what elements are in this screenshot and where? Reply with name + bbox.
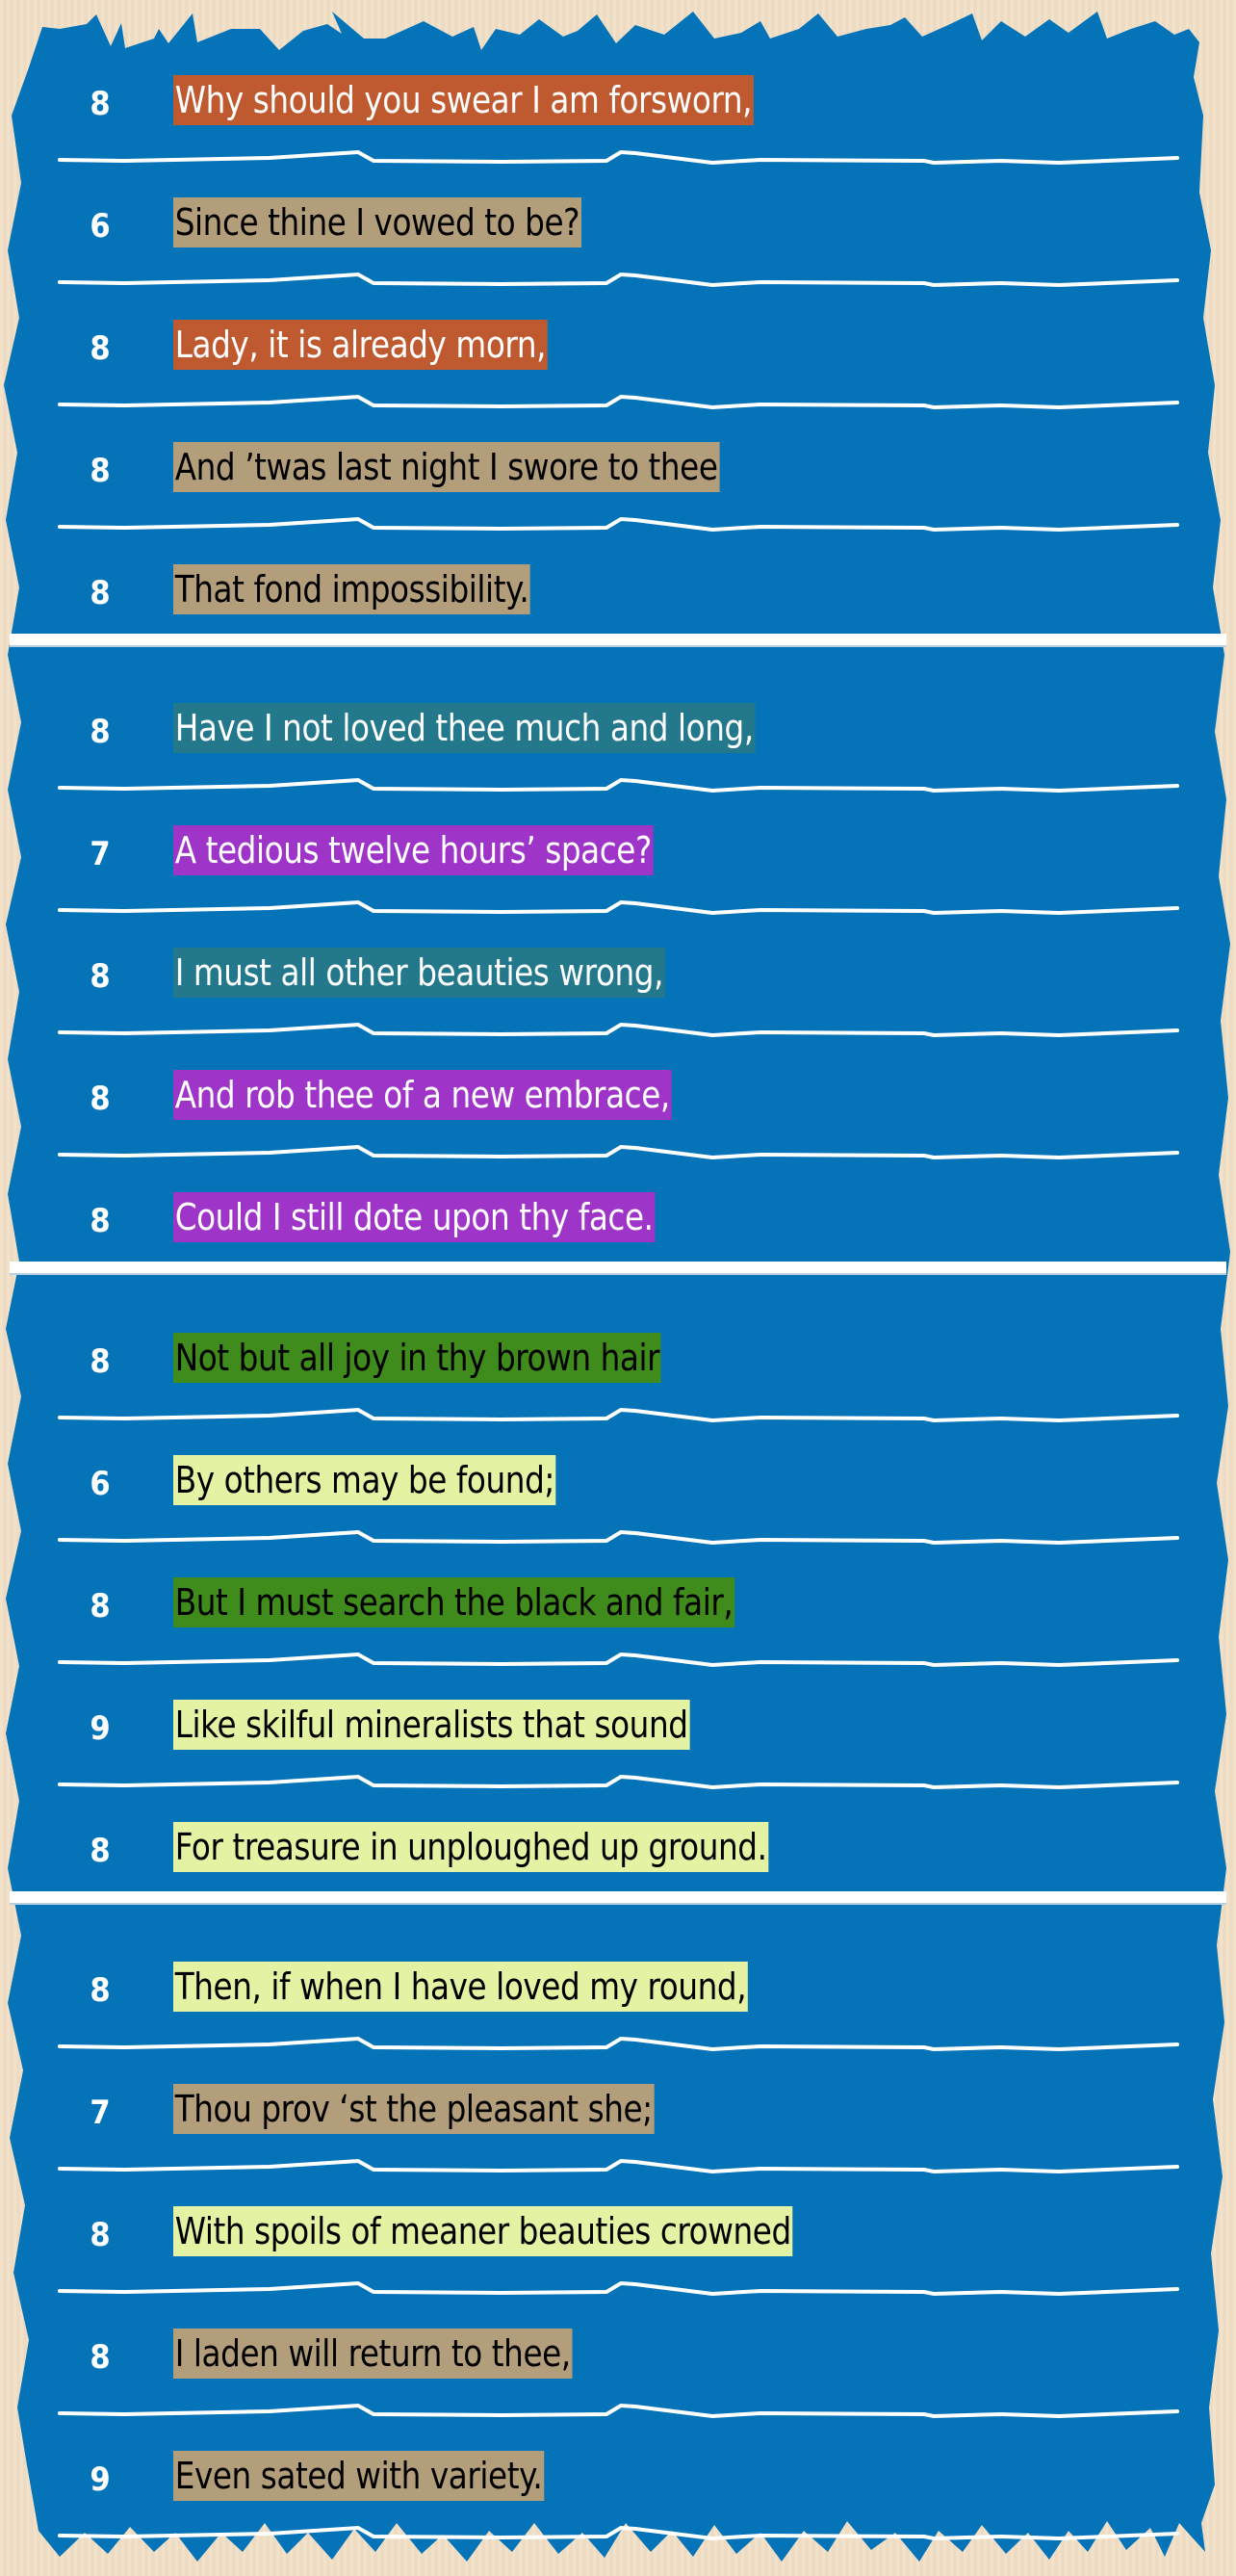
syllable-count: 7 [90, 2094, 111, 2132]
poem-line: 7 A tedious twelve hours’ space? [0, 825, 1236, 883]
line-text-highlight: Why should you swear I am forsworn, [173, 75, 754, 125]
line-text-highlight: I must all other beauties wrong, [173, 948, 665, 998]
poem-line: 8 Lady, it is already morn, [0, 320, 1236, 377]
poem-line: 8 With spoils of meaner beauties crowned [0, 2206, 1236, 2264]
line-text-highlight: A tedious twelve hours’ space? [173, 825, 654, 875]
poem-line: 8 Why should you swear I am forsworn, [0, 75, 1236, 133]
line-text-highlight: Not but all joy in thy brown hair [173, 1333, 661, 1383]
syllable-count: 6 [90, 1465, 111, 1503]
poem-line: 8 Then, if when I have loved my round, [0, 1962, 1236, 2019]
line-text-highlight: And ’twas last night I swore to thee [173, 442, 720, 492]
line-text-highlight: Like skilful mineralists that sound [173, 1700, 690, 1750]
stanza-divider [10, 1891, 1226, 1905]
poem-panel [0, 0, 1236, 2576]
syllable-count: 8 [90, 1832, 111, 1870]
line-text-highlight: Thou prov ‘st the pleasant she; [173, 2084, 655, 2134]
line-text-highlight: Have I not loved thee much and long, [173, 703, 756, 753]
stanza-divider [10, 1262, 1226, 1275]
line-text-highlight: I laden will return to thee, [173, 2329, 573, 2379]
syllable-count: 8 [90, 713, 111, 751]
line-text-highlight: With spoils of meaner beauties crowned [173, 2206, 793, 2256]
syllable-count: 7 [90, 835, 111, 873]
poem-line: 8 And rob thee of a new embrace, [0, 1070, 1236, 1128]
torn-blue-panel [4, 12, 1230, 2562]
poem-line: 9 Even sated with variety. [0, 2451, 1236, 2509]
line-text-highlight: That fond impossibility. [173, 564, 531, 614]
line-text-highlight: Could I still dote upon thy face. [173, 1192, 656, 1242]
syllable-count: 8 [90, 957, 111, 996]
syllable-count: 8 [90, 452, 111, 490]
poem-line: 7 Thou prov ‘st the pleasant she; [0, 2084, 1236, 2142]
line-text-highlight: Even sated with variety. [173, 2451, 545, 2501]
line-text-highlight: Lady, it is already morn, [173, 320, 548, 370]
syllable-count: 8 [90, 1971, 111, 2010]
syllable-count: 8 [90, 329, 111, 368]
line-text-highlight: For treasure in unploughed up ground. [173, 1822, 769, 1872]
poem-line: 8 Not but all joy in thy brown hair [0, 1333, 1236, 1391]
line-text-highlight: Since thine I vowed to be? [173, 197, 581, 247]
syllable-count: 9 [90, 1709, 111, 1748]
poem-line: 6 Since thine I vowed to be? [0, 197, 1236, 255]
syllable-count: 8 [90, 1587, 111, 1626]
syllable-count: 8 [90, 85, 111, 123]
poem-line: 8 For treasure in unploughed up ground. [0, 1822, 1236, 1880]
syllable-count: 9 [90, 2460, 111, 2499]
poem-line: 8 But I must search the black and fair, [0, 1577, 1236, 1635]
line-text-highlight: By others may be found; [173, 1455, 556, 1505]
syllable-count: 8 [90, 1202, 111, 1240]
poem-line: 9 Like skilful mineralists that sound [0, 1700, 1236, 1757]
line-text-highlight: And rob thee of a new embrace, [173, 1070, 672, 1120]
syllable-count: 8 [90, 574, 111, 612]
stanza-divider [10, 634, 1226, 647]
syllable-count: 8 [90, 1080, 111, 1118]
line-text-highlight: But I must search the black and fair, [173, 1577, 735, 1627]
line-text-highlight: Then, if when I have loved my round, [173, 1962, 748, 2012]
syllable-count: 8 [90, 2338, 111, 2377]
poem-line: 8 I laden will return to thee, [0, 2329, 1236, 2386]
poem-line: 6 By others may be found; [0, 1455, 1236, 1513]
poem-line: 8 That fond impossibility. [0, 564, 1236, 622]
poem-line: 8 And ’twas last night I swore to thee [0, 442, 1236, 500]
syllable-count: 6 [90, 207, 111, 246]
poem-line: 8 I must all other beauties wrong, [0, 948, 1236, 1005]
syllable-count: 8 [90, 2216, 111, 2254]
syllable-count: 8 [90, 1342, 111, 1381]
panel-shape [4, 12, 1230, 2562]
poem-line: 8 Have I not loved thee much and long, [0, 703, 1236, 761]
poem-line: 8 Could I still dote upon thy face. [0, 1192, 1236, 1250]
